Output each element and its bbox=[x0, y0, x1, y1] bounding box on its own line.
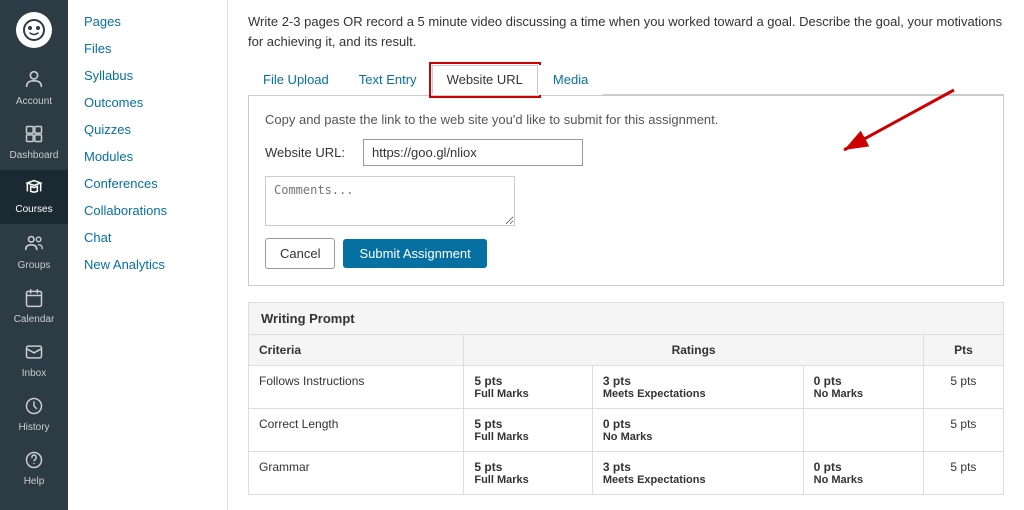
url-input[interactable] bbox=[363, 139, 583, 166]
subnav-conferences[interactable]: Conferences bbox=[68, 170, 227, 197]
calendar-icon bbox=[24, 288, 44, 311]
sidebar-item-groups[interactable]: Groups bbox=[0, 224, 68, 280]
criteria-cell: Grammar bbox=[249, 452, 464, 495]
sidebar-item-history[interactable]: History bbox=[0, 388, 68, 442]
subnav-collaborations[interactable]: Collaborations bbox=[68, 197, 227, 224]
tab-file-upload[interactable]: File Upload bbox=[248, 65, 344, 95]
sidebar-item-dashboard[interactable]: Dashboard bbox=[0, 116, 68, 170]
table-row: Grammar5 ptsFull Marks3 ptsMeets Expecta… bbox=[249, 452, 1004, 495]
col-criteria: Criteria bbox=[249, 335, 464, 366]
subnav-chat[interactable]: Chat bbox=[68, 224, 227, 251]
dashboard-label: Dashboard bbox=[10, 150, 59, 162]
account-icon bbox=[23, 68, 45, 93]
submit-box-description: Copy and paste the link to the web site … bbox=[265, 112, 987, 127]
url-row: Website URL: bbox=[265, 139, 987, 166]
cancel-button[interactable]: Cancel bbox=[265, 238, 335, 269]
tab-website-url[interactable]: Website URL bbox=[432, 65, 538, 95]
help-icon bbox=[24, 450, 44, 473]
sidebar-item-courses[interactable]: Courses bbox=[0, 170, 68, 224]
main-content: Write 2-3 pages OR record a 5 minute vid… bbox=[228, 0, 1024, 510]
sidebar-logo bbox=[0, 0, 68, 60]
pts-cell: 5 pts bbox=[923, 366, 1003, 409]
pts-cell: 5 pts bbox=[923, 409, 1003, 452]
subnav-files[interactable]: Files bbox=[68, 35, 227, 62]
tab-text-entry[interactable]: Text Entry bbox=[344, 65, 432, 95]
rating-cell: 5 ptsFull Marks bbox=[464, 452, 593, 495]
subnav-pages[interactable]: Pages bbox=[68, 8, 227, 35]
col-pts: Pts bbox=[923, 335, 1003, 366]
inbox-label: Inbox bbox=[22, 368, 46, 380]
subnav-outcomes[interactable]: Outcomes bbox=[68, 89, 227, 116]
courses-icon bbox=[24, 178, 44, 201]
pts-cell: 5 pts bbox=[923, 452, 1003, 495]
submit-box: Copy and paste the link to the web site … bbox=[248, 95, 1004, 286]
sidebar-item-account[interactable]: Account bbox=[0, 60, 68, 116]
account-label: Account bbox=[16, 96, 52, 108]
inbox-icon bbox=[24, 342, 44, 365]
rating-cell bbox=[803, 409, 923, 452]
calendar-label: Calendar bbox=[14, 314, 55, 326]
sidebar-item-calendar[interactable]: Calendar bbox=[0, 280, 68, 334]
rubric-table: Criteria Ratings Pts Follows Instruction… bbox=[248, 334, 1004, 495]
history-icon bbox=[24, 396, 44, 419]
sidebar-item-inbox[interactable]: Inbox bbox=[0, 334, 68, 388]
url-label: Website URL: bbox=[265, 145, 355, 160]
table-row: Follows Instructions5 ptsFull Marks3 pts… bbox=[249, 366, 1004, 409]
sidebar: Account Dashboard Courses bbox=[0, 0, 68, 510]
col-ratings: Ratings bbox=[464, 335, 923, 366]
submission-tabs: File Upload Text Entry Website URL Media bbox=[248, 65, 1004, 95]
assignment-description: Write 2-3 pages OR record a 5 minute vid… bbox=[248, 12, 1004, 51]
groups-label: Groups bbox=[18, 260, 51, 272]
submit-assignment-button[interactable]: Submit Assignment bbox=[343, 239, 486, 268]
comments-textarea[interactable] bbox=[265, 176, 515, 226]
tab-media[interactable]: Media bbox=[538, 65, 603, 95]
rating-cell: 3 ptsMeets Expectations bbox=[592, 452, 803, 495]
rating-cell: 0 ptsNo Marks bbox=[803, 452, 923, 495]
subnav: Pages Files Syllabus Outcomes Quizzes Mo… bbox=[68, 0, 228, 510]
history-label: History bbox=[18, 422, 49, 434]
subnav-quizzes[interactable]: Quizzes bbox=[68, 116, 227, 143]
rating-cell: 0 ptsNo Marks bbox=[803, 366, 923, 409]
subnav-new-analytics[interactable]: New Analytics bbox=[68, 251, 227, 278]
button-row: Cancel Submit Assignment bbox=[265, 238, 987, 269]
sidebar-item-help[interactable]: Help bbox=[0, 442, 68, 496]
subnav-syllabus[interactable]: Syllabus bbox=[68, 62, 227, 89]
subnav-modules[interactable]: Modules bbox=[68, 143, 227, 170]
dashboard-icon bbox=[24, 124, 44, 147]
rubric-title: Writing Prompt bbox=[248, 302, 1004, 334]
groups-icon bbox=[23, 232, 45, 257]
logo-icon bbox=[16, 12, 52, 48]
criteria-cell: Follows Instructions bbox=[249, 366, 464, 409]
rating-cell: 0 ptsNo Marks bbox=[592, 409, 803, 452]
criteria-cell: Correct Length bbox=[249, 409, 464, 452]
rating-cell: 3 ptsMeets Expectations bbox=[592, 366, 803, 409]
rating-cell: 5 ptsFull Marks bbox=[464, 409, 593, 452]
courses-label: Courses bbox=[15, 204, 52, 216]
rating-cell: 5 ptsFull Marks bbox=[464, 366, 593, 409]
table-row: Correct Length5 ptsFull Marks0 ptsNo Mar… bbox=[249, 409, 1004, 452]
help-label: Help bbox=[24, 476, 45, 488]
rubric-section: Writing Prompt Criteria Ratings Pts Foll… bbox=[248, 302, 1004, 495]
